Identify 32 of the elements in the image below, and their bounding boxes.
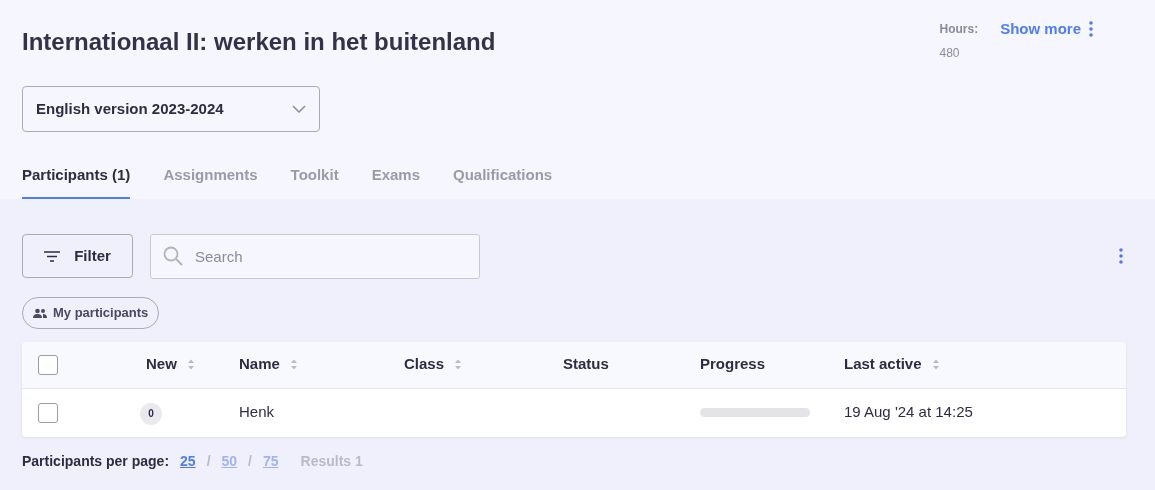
chevron-down-icon bbox=[292, 105, 306, 113]
hours-label: Hours: bbox=[939, 21, 979, 38]
version-dropdown[interactable]: English version 2023-2024 bbox=[22, 86, 320, 132]
sort-icon[interactable] bbox=[931, 358, 940, 371]
sort-icon[interactable] bbox=[289, 358, 298, 371]
people-icon bbox=[33, 307, 47, 318]
column-header: Progress bbox=[700, 354, 766, 375]
table-cell-text: Henk bbox=[239, 402, 276, 423]
search-field[interactable]: Search bbox=[150, 233, 480, 279]
sort-icon[interactable] bbox=[186, 358, 195, 371]
per-page-label: Participants per page: bbox=[22, 451, 170, 471]
new-count-badge: 0 bbox=[140, 402, 162, 425]
search-icon bbox=[163, 245, 183, 266]
filter-button[interactable]: Filter bbox=[22, 234, 133, 278]
row-checkbox[interactable] bbox=[38, 402, 58, 423]
filter-icon bbox=[44, 250, 61, 262]
page-title: Internationaal II: werken in het buitenland bbox=[22, 27, 496, 57]
column-header[interactable]: Name bbox=[239, 353, 298, 376]
column-header[interactable]: New bbox=[146, 353, 195, 376]
show-more-link[interactable]: Show more bbox=[1000, 18, 1081, 41]
sort-icon[interactable] bbox=[454, 358, 463, 371]
column-header[interactable]: Last active bbox=[844, 353, 940, 376]
separator-text: / bbox=[248, 451, 252, 471]
more-options-icon[interactable] bbox=[1089, 21, 1093, 38]
hours-value: 480 bbox=[939, 45, 961, 62]
table-options-icon[interactable] bbox=[1119, 248, 1123, 264]
column-header: Status bbox=[563, 354, 609, 375]
select-all-checkbox[interactable] bbox=[38, 354, 58, 375]
separator-text: / bbox=[206, 451, 211, 471]
table-cell-text: 19 Aug '24 at 14:25 bbox=[844, 402, 974, 423]
column-header[interactable]: Class bbox=[404, 353, 463, 376]
tab[interactable]: Participants (1) bbox=[22, 164, 131, 199]
